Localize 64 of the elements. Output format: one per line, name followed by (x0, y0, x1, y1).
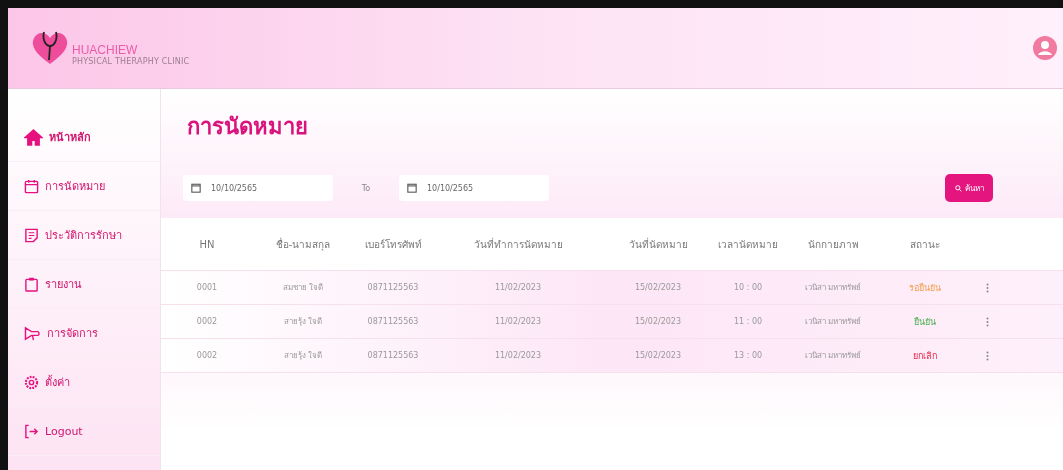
sidebar-item[interactable]: การจัดการ (8, 309, 160, 358)
sidebar-item[interactable]: หน้าหลัก (8, 113, 160, 162)
table-cell-text: สายรุ้ง ใจดี (282, 350, 324, 362)
table-cell-text: สายรุ้ง ใจดี (282, 316, 324, 328)
table-row[interactable]: 0002 สายรุ้ง ใจดี 0871125563 11/02/2023 15/02/2023 13 : 00 เวนิสา มหาทรัพย์ ยกเลิก (161, 339, 1063, 373)
search-button[interactable]: ค้นหา (945, 174, 993, 202)
column-header: นักกายภาพ (806, 237, 860, 252)
calendar-icon (191, 183, 201, 193)
column-header: ชื่อ-นามสกุล (274, 236, 332, 252)
date-field[interactable]: 10/10/2565 (399, 175, 549, 201)
megaphone-icon (24, 325, 41, 341)
calendar-icon (407, 183, 417, 193)
more-icon[interactable] (985, 282, 989, 293)
sidebar-item[interactable]: ประวัติการรักษา (8, 211, 160, 260)
table-cell-text: เวนิสา มหาทรัพย์ (803, 350, 863, 362)
sidebar-item[interactable]: รายงาน (8, 260, 160, 309)
more-icon[interactable] (985, 350, 989, 361)
column-header: เวลานัดหมาย (717, 237, 779, 252)
search-icon (954, 184, 962, 192)
heart-stethoscope-icon (30, 30, 70, 66)
sidebar-item[interactable]: Logout (8, 407, 160, 456)
column-header: HN (198, 238, 216, 250)
table-cell-text: 11/02/2023 (493, 351, 543, 360)
calendar-icon (24, 178, 39, 194)
logout-icon (24, 423, 39, 439)
column-header: วันที่ทำการนัดหมาย (472, 236, 564, 252)
column-header: สถานะ (909, 237, 941, 252)
table-cell-text: 13 : 00 (732, 351, 764, 360)
table-cell-text: 0871125563 (366, 351, 420, 360)
table-cell-text: 11 : 00 (732, 317, 764, 326)
table-cell-text: เวนิสา มหาทรัพย์ (803, 316, 863, 328)
more-icon[interactable] (985, 316, 989, 327)
table-cell-text: 15/02/2023 (633, 283, 683, 292)
table-cell-text: 15/02/2023 (633, 351, 683, 360)
table-cell-text: 15/02/2023 (633, 317, 683, 326)
home-icon (24, 128, 43, 146)
column-header: วันที่นัดหมาย (627, 236, 689, 252)
table-cell-text: 0002 (195, 317, 219, 326)
sidebar-item[interactable]: การนัดหมาย (8, 162, 160, 211)
table-row[interactable]: 0001 สมชาย ใจดี 0871125563 11/02/2023 15/02/2023 10 : 00 เวนิสา มหาทรัพย์ รอยืนยัน (161, 271, 1063, 305)
table-cell-text: 0001 (195, 283, 219, 292)
status-label: รอยืนยัน (909, 282, 941, 293)
document-icon (24, 227, 39, 243)
status-label: ยกเลิก (913, 350, 937, 361)
table-cell-text: 10 : 00 (732, 283, 764, 292)
sidebar-item[interactable]: ตั้งค่า (8, 358, 160, 407)
column-header: เบอร์โทรศัพท์ (363, 237, 423, 252)
clipboard-icon (24, 276, 39, 292)
table-cell-text: 0871125563 (366, 317, 420, 326)
settings-icon (24, 374, 39, 390)
status-label: ยืนยัน (914, 316, 936, 327)
page-title: การนัดหมาย (187, 113, 309, 141)
table-row[interactable]: 0002 สายรุ้ง ใจดี 0871125563 11/02/2023 15/02/2023 11 : 00 เวนิสา มหาทรัพย์ ยืนยัน (161, 305, 1063, 339)
date-field[interactable]: 10/10/2565 (183, 175, 333, 201)
brand-name: HUACHIEW (72, 43, 139, 57)
table-cell-text: 0871125563 (366, 283, 420, 292)
avatar-icon[interactable] (1033, 36, 1057, 60)
table-cell-text: เวนิสา มหาทรัพย์ (803, 282, 863, 294)
brand-tagline: PHYSICAL THERAPHY CLINIC (72, 57, 190, 66)
range-separator: To (360, 183, 372, 193)
table-cell-text: สมชาย ใจดี (281, 282, 325, 294)
table-cell-text: 11/02/2023 (493, 317, 543, 326)
table-cell-text: 0002 (195, 351, 219, 360)
table-cell-text: 11/02/2023 (493, 283, 543, 292)
